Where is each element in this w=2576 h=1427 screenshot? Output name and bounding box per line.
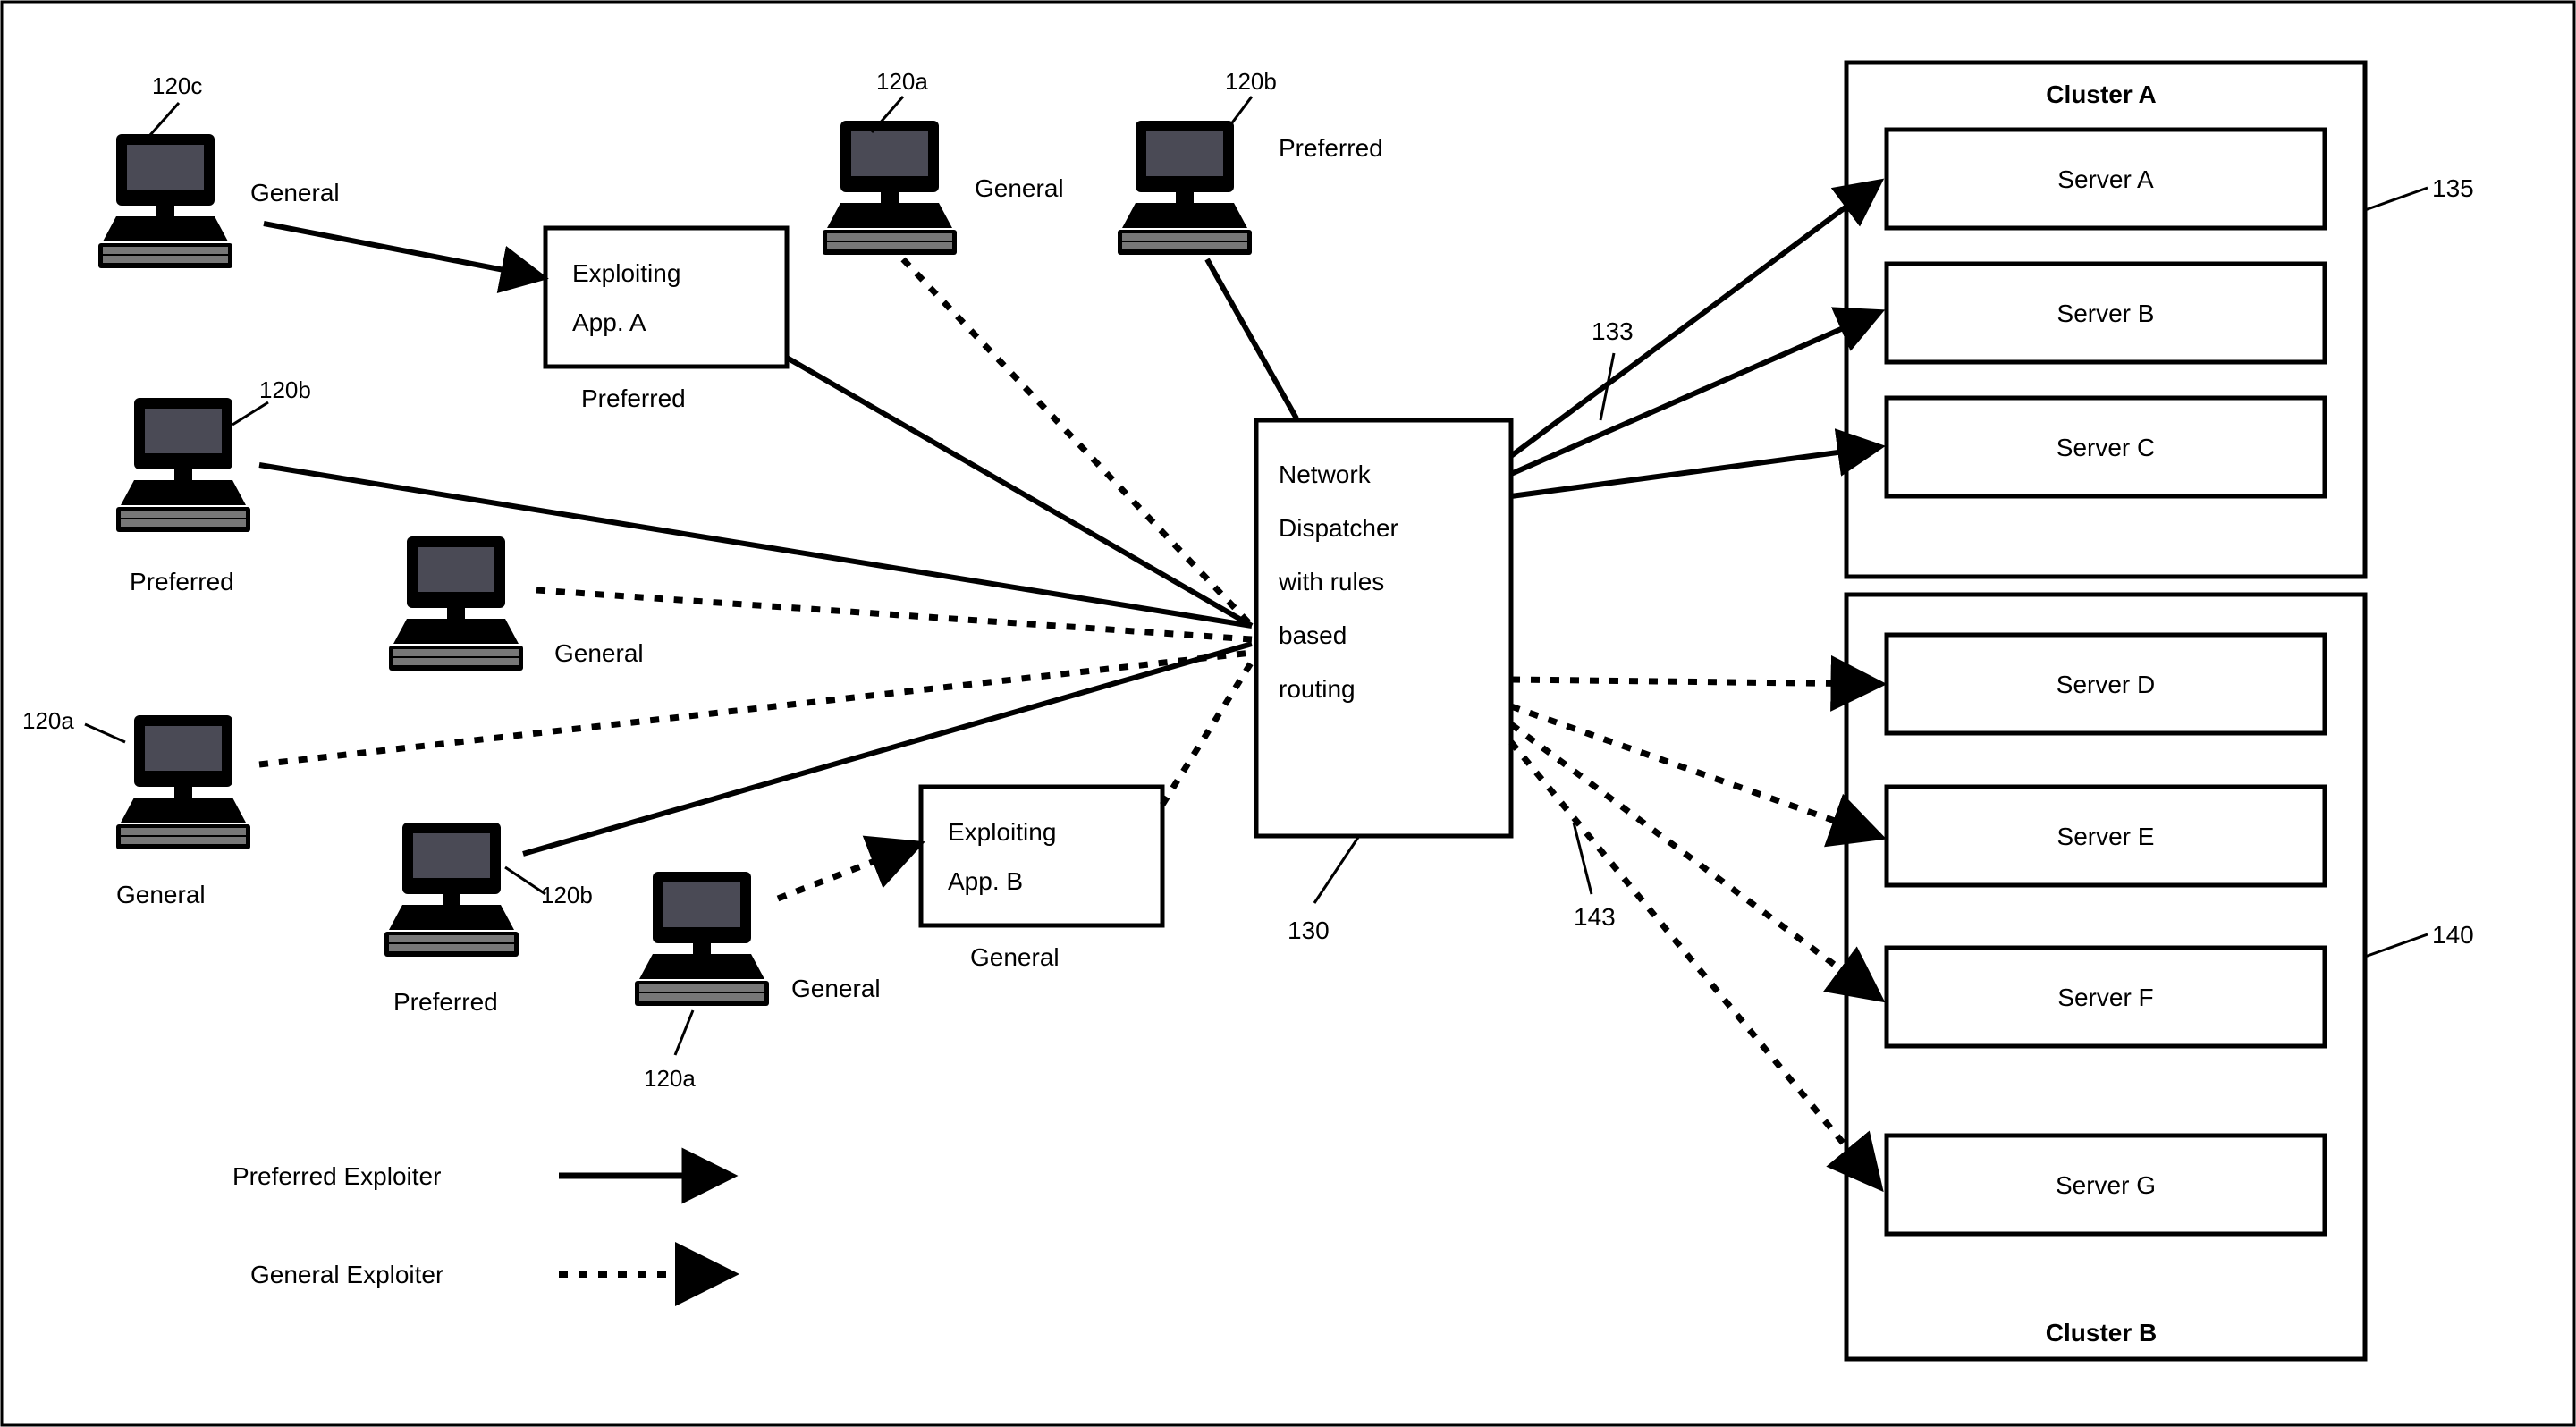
server-f-label: Server F	[2057, 984, 2153, 1011]
computer-c1: General 120c	[98, 72, 340, 268]
server-b-label: Server B	[2057, 300, 2155, 327]
computer-c3-label: Preferred	[1279, 134, 1383, 162]
server-g-label: Server G	[2056, 1171, 2156, 1199]
computer-c3: Preferred 120b	[1118, 68, 1383, 255]
computer-c1-label: General	[250, 179, 340, 207]
conn-c8-appB	[778, 845, 916, 899]
app-b-sublabel: General	[970, 943, 1060, 971]
computer-c7-label: Preferred	[393, 988, 498, 1016]
conn-disp-serverA	[1511, 183, 1878, 456]
computer-c6-ref: 120a	[22, 707, 74, 734]
computer-c8: General 120a	[635, 872, 881, 1092]
computer-c3-ref: 120b	[1225, 68, 1277, 95]
conn-disp-serverG	[1511, 742, 1878, 1185]
app-a-line1: Exploiting	[572, 259, 680, 287]
conn-disp-serverB	[1511, 313, 1878, 474]
server-e-label: Server E	[2057, 823, 2155, 850]
computer-c4-label: Preferred	[130, 568, 234, 595]
computer-c8-ref: 120a	[644, 1065, 696, 1092]
conn-c3-disp	[1207, 259, 1296, 418]
server-c-label: Server C	[2057, 434, 2155, 461]
computer-c4: Preferred 120b	[116, 376, 311, 595]
dispatcher-box: Network Dispatcher with rules based rout…	[1256, 317, 1634, 944]
dispatcher-bot-ref: 143	[1574, 903, 1616, 931]
app-a-sublabel: Preferred	[581, 384, 686, 412]
dispatcher-l2: Dispatcher	[1279, 514, 1398, 542]
computer-c4-ref: 120b	[259, 376, 311, 403]
app-a-line2: App. A	[572, 308, 646, 336]
computer-c2: General 120a	[823, 68, 1064, 255]
computer-c5-label: General	[554, 639, 644, 667]
dispatcher-top-ref: 133	[1592, 317, 1634, 345]
conn-disp-serverF	[1511, 724, 1878, 997]
conn-c1-appA	[264, 224, 541, 277]
conn-c2-disp	[903, 259, 1252, 626]
cluster-b-box: Cluster B 140 Server D Server E Server F…	[1846, 595, 2474, 1359]
computer-c2-label: General	[975, 174, 1064, 202]
dispatcher-l3: with rules	[1278, 568, 1384, 595]
conn-c7-disp	[523, 644, 1252, 854]
dispatcher-l5: routing	[1279, 675, 1356, 703]
computer-c2-ref: 120a	[876, 68, 928, 95]
legend-preferred-label: Preferred Exploiter	[232, 1162, 441, 1190]
computer-c6-label: General	[116, 881, 206, 908]
app-a-box: Exploiting App. A Preferred	[545, 228, 787, 412]
app-b-box: Exploiting App. B General	[921, 787, 1162, 971]
computer-c7: Preferred 120b	[384, 823, 593, 1016]
conn-appB-disp	[1162, 662, 1252, 805]
server-d-label: Server D	[2057, 671, 2155, 698]
conn-disp-serverE	[1511, 706, 1878, 836]
conn-disp-serverD	[1511, 680, 1878, 684]
cluster-b-ref: 140	[2432, 921, 2474, 949]
computer-c1-ref: 120c	[152, 72, 202, 99]
server-a-label: Server A	[2057, 165, 2154, 193]
legend-general-label: General Exploiter	[250, 1261, 443, 1288]
cluster-a-box: Cluster A 135 Server A Server B Server C	[1846, 63, 2474, 577]
app-b-line1: Exploiting	[948, 818, 1056, 846]
conn-c5-disp	[536, 590, 1252, 639]
app-b-line2: App. B	[948, 867, 1023, 895]
computer-c6: General 120a	[22, 707, 250, 908]
computer-c7-ref: 120b	[541, 882, 593, 908]
computer-c5: General	[389, 536, 644, 671]
legend: Preferred Exploiter General Exploiter	[232, 1162, 729, 1288]
dispatcher-ref: 130	[1288, 916, 1330, 944]
conn-disp-serverC	[1511, 447, 1878, 496]
computer-c8-label: General	[791, 975, 881, 1002]
cluster-b-title: Cluster B	[2046, 1319, 2157, 1347]
cluster-a-title: Cluster A	[2046, 80, 2156, 108]
cluster-a-ref: 135	[2432, 174, 2474, 202]
dispatcher-l1: Network	[1279, 460, 1372, 488]
dispatcher-l4: based	[1279, 621, 1347, 649]
